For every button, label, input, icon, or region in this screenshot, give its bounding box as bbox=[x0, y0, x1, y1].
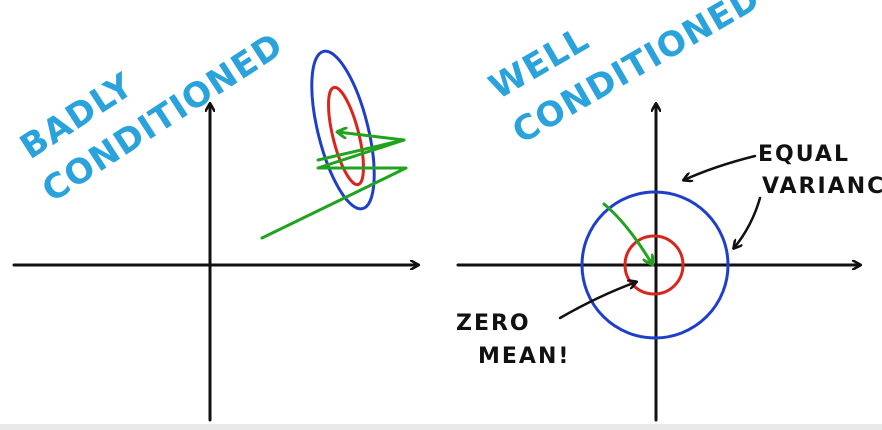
equal-variance-arrow-right bbox=[734, 196, 762, 248]
zero-mean-label-line2: MEAN! bbox=[478, 344, 570, 369]
left-panel: BADLY CONDITIONED bbox=[12, 25, 418, 422]
left-optimization-path bbox=[260, 132, 408, 240]
equal-variance-label-line1: EQUAL bbox=[758, 142, 850, 167]
conditioning-diagram: BADLY CONDITIONED WELL CONDITIONED EQUAL… bbox=[0, 0, 882, 430]
zero-mean-label-line1: ZERO bbox=[456, 311, 531, 336]
bottom-border bbox=[0, 424, 882, 430]
equal-variance-label-line2: VARIANCE! bbox=[762, 174, 882, 199]
left-outer-contour bbox=[310, 49, 376, 211]
equal-variance-arrow-top bbox=[684, 154, 757, 180]
left-title: BADLY CONDITIONED bbox=[13, 25, 291, 210]
right-panel: WELL CONDITIONED EQUAL VARIANCE! ZERO ME… bbox=[456, 0, 882, 422]
right-title: WELL CONDITIONED bbox=[483, 0, 768, 152]
